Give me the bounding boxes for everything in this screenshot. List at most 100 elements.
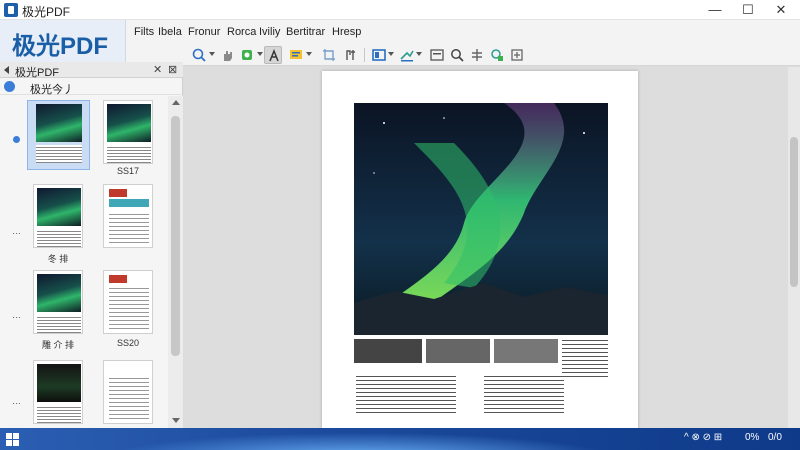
brand-text: 极光PDF xyxy=(12,33,108,60)
thumbnail-label: 冬 排 xyxy=(47,254,69,264)
thumbnail-page-8[interactable] xyxy=(103,360,153,424)
thumbnail-image xyxy=(36,104,82,142)
rotate-dropdown-icon[interactable] xyxy=(257,52,263,56)
thumbnail-heading xyxy=(109,189,127,197)
start-icon[interactable] xyxy=(6,433,20,446)
tray-icons[interactable]: ^ ⊗ ⊘ ⊞ xyxy=(684,432,722,443)
taskbar: ^ ⊗ ⊘ ⊞ 0% 0/0 xyxy=(0,428,800,450)
zoom-dropdown-icon[interactable] xyxy=(209,52,215,56)
menu-file[interactable]: Filts xyxy=(134,26,154,38)
menu-edit[interactable]: Ibela xyxy=(158,26,182,38)
toolbar xyxy=(126,44,800,66)
title-bar: 极光PDF — ☐ ✕ xyxy=(0,0,800,20)
split-icon[interactable] xyxy=(468,46,486,64)
text-column xyxy=(484,373,564,413)
sign-dropdown-icon[interactable] xyxy=(416,52,422,56)
battery-indicator[interactable]: 0% xyxy=(745,432,759,443)
thumbnail-text xyxy=(37,315,81,333)
text-select-icon[interactable] xyxy=(264,46,282,64)
rotate-icon[interactable] xyxy=(238,46,256,64)
thumbnail-page-2[interactable] xyxy=(103,100,153,164)
scroll-up-icon[interactable] xyxy=(172,100,180,105)
panel-close-icon[interactable]: ✕ xyxy=(153,63,162,76)
thumbnail-list: SS17 … 冬 排 … 雕 介 排 SS20 … xyxy=(0,96,168,428)
thumbnail-banner xyxy=(109,199,149,207)
thumbnail-page-1[interactable] xyxy=(27,100,90,170)
panel-subheader: 极光今丿 xyxy=(0,79,183,96)
thumbnail-text xyxy=(109,211,149,243)
collapse-arrow-icon[interactable] xyxy=(4,66,9,74)
thumbnail-page-4[interactable] xyxy=(103,184,153,248)
window-title: 极光PDF xyxy=(22,5,71,19)
panel-header: 极光PDF ✕ ⊠ xyxy=(0,62,183,79)
toolbar-separator xyxy=(364,48,365,62)
panel-close-alt-icon[interactable]: ⊠ xyxy=(168,63,177,76)
more-icon[interactable] xyxy=(508,46,526,64)
clock[interactable]: 0/0 xyxy=(768,432,782,443)
thumbnail-text xyxy=(36,145,82,163)
scroll-down-icon[interactable] xyxy=(172,418,180,423)
panel-subtitle: 极光今丿 xyxy=(30,84,74,96)
hand-icon[interactable] xyxy=(219,46,237,64)
aurora-image xyxy=(354,103,608,335)
view-dropdown-icon[interactable] xyxy=(388,52,394,56)
page-body-text xyxy=(354,335,608,415)
comment-icon[interactable] xyxy=(287,46,305,64)
panel-scrollbar[interactable] xyxy=(168,96,183,428)
text-column xyxy=(356,373,456,413)
brand-logo: 极光PDF xyxy=(0,20,126,62)
thumbnail-heading xyxy=(109,275,127,283)
thumbnail-image xyxy=(37,274,81,312)
page-toggle-icon[interactable] xyxy=(4,81,15,92)
app-window: 极光PDF — ☐ ✕ 极光PDF Filts Ibela Fronur Ror… xyxy=(0,0,800,450)
fit-icon[interactable] xyxy=(428,46,446,64)
maximize-button[interactable]: ☐ xyxy=(733,1,763,19)
thumbnail-image xyxy=(107,104,151,142)
text-column xyxy=(562,337,608,377)
comment-dropdown-icon[interactable] xyxy=(306,52,312,56)
thumbnail-label: SS20 xyxy=(116,338,140,348)
row-mark: … xyxy=(12,396,21,406)
thumbnail-text xyxy=(107,145,151,163)
thumbnail-panel: 极光PDF ✕ ⊠ 极光今丿 SS17 … 冬 排 … 雕 介 排 SS20 … xyxy=(0,62,183,428)
crop-icon[interactable] xyxy=(320,46,338,64)
row-selected-icon xyxy=(13,136,20,143)
thumbnail-page-7[interactable] xyxy=(33,360,83,424)
app-logo-icon xyxy=(4,3,18,17)
text-block-dark xyxy=(354,339,422,363)
thumbnail-page-3[interactable] xyxy=(33,184,83,248)
thumbnail-page-5[interactable] xyxy=(33,270,83,334)
row-mark: … xyxy=(12,226,21,236)
menu-settings[interactable]: Bertitrar xyxy=(286,26,325,38)
text-block-dark xyxy=(426,339,490,363)
thumbnail-text xyxy=(37,405,81,423)
thumbnail-image xyxy=(37,364,81,402)
viewer-scroll-thumb[interactable] xyxy=(790,137,798,287)
menu-help[interactable]: Hresp xyxy=(332,26,361,38)
text-block-dark xyxy=(494,339,558,363)
row-mark: … xyxy=(12,310,21,320)
thumbnail-text xyxy=(37,229,81,247)
thumbnail-text xyxy=(109,375,149,421)
view-icon[interactable] xyxy=(370,46,388,64)
thumbnail-page-6[interactable] xyxy=(103,270,153,334)
zoom-icon[interactable] xyxy=(190,46,208,64)
thumbnail-label: SS17 xyxy=(116,166,140,176)
sign-icon[interactable] xyxy=(398,46,416,64)
taskbar-wallpaper xyxy=(60,428,660,450)
ocr-icon[interactable] xyxy=(488,46,506,64)
viewer-scrollbar[interactable] xyxy=(788,67,800,428)
thumbnail-label: 雕 介 排 xyxy=(41,340,74,350)
thumbnail-image xyxy=(37,188,81,226)
search-icon[interactable] xyxy=(448,46,466,64)
thumbnail-text xyxy=(109,285,149,331)
menu-view[interactable]: Iviliy xyxy=(259,26,280,38)
close-button[interactable]: ✕ xyxy=(766,1,796,19)
minimize-button[interactable]: — xyxy=(700,1,730,19)
menu-format[interactable]: Fronur xyxy=(188,26,220,38)
menu-review[interactable]: Rorca xyxy=(227,26,256,38)
link-icon[interactable] xyxy=(342,46,360,64)
panel-title: 极光PDF xyxy=(15,67,59,79)
panel-scroll-thumb[interactable] xyxy=(171,116,180,356)
menu-bar: Filts Ibela Fronur Rorca Iviliy Bertitra… xyxy=(126,20,800,44)
